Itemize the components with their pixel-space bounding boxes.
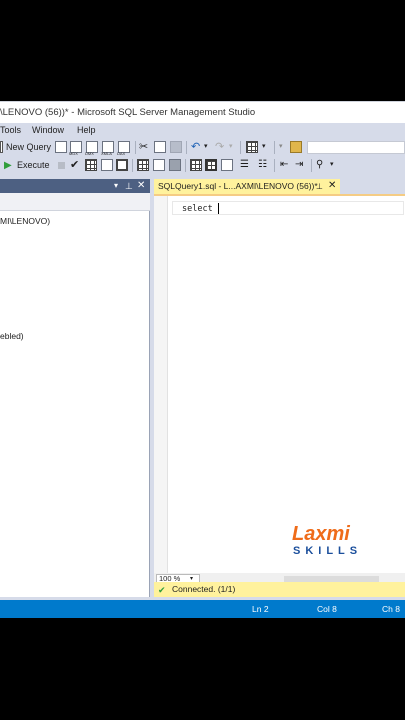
- toolbar-overflow-icon[interactable]: ▾: [330, 158, 334, 172]
- undo-icon[interactable]: ↶: [191, 140, 200, 154]
- execute-icon[interactable]: ▶: [4, 159, 12, 173]
- menu-window[interactable]: Window: [32, 125, 64, 135]
- logo-word-skills: SKILLS: [293, 545, 363, 557]
- connection-status-bar: ✔ Connected. (1/1): [154, 582, 405, 597]
- menu-tools[interactable]: Tools: [0, 125, 21, 135]
- query-editor[interactable]: select: [154, 194, 405, 579]
- tab-sqlquery1[interactable]: SQLQuery1.sql - L...AXMI\LENOVO (56))* ⊥…: [154, 179, 340, 194]
- display-plan-icon[interactable]: [246, 141, 258, 153]
- copy-icon[interactable]: [154, 141, 166, 153]
- redo-dropdown-icon[interactable]: ▾: [229, 140, 233, 154]
- window-title: \LENOVO (56))* - Microsoft SQL Server Ma…: [0, 107, 256, 118]
- tab-title: SQLQuery1.sql - L...AXMI\LENOVO (56))*: [158, 181, 318, 191]
- estimated-plan-icon[interactable]: [137, 159, 149, 171]
- comment-icon[interactable]: ☰: [240, 158, 249, 172]
- cut-icon[interactable]: ✂: [139, 140, 148, 154]
- tree-node-partial[interactable]: ebled): [0, 331, 24, 341]
- title-bar: \LENOVO (56))* - Microsoft SQL Server Ma…: [0, 101, 405, 123]
- intellisense-icon[interactable]: [169, 159, 181, 171]
- editor-gutter: [154, 196, 168, 579]
- results-to-text-icon[interactable]: [101, 159, 113, 171]
- object-explorer-toolbar: [0, 193, 150, 211]
- status-bar: Ln 2 Col 8 Ch 8: [0, 600, 405, 618]
- status-col: Col 8: [317, 604, 337, 614]
- tab-close-icon[interactable]: ✕: [328, 179, 336, 193]
- parse-icon[interactable]: ✔: [70, 158, 79, 172]
- uncomment-icon[interactable]: ☷: [258, 158, 267, 172]
- results-to-grid-icon[interactable]: [85, 159, 97, 171]
- menu-help[interactable]: Help: [77, 125, 96, 135]
- cancel-query-icon[interactable]: [58, 162, 65, 169]
- undo-dropdown-icon[interactable]: ▾: [204, 140, 208, 154]
- query-options-icon[interactable]: [153, 159, 165, 171]
- status-line: Ln 2: [252, 604, 269, 614]
- status-char: Ch 8: [382, 604, 400, 614]
- include-plan-icon[interactable]: [190, 159, 202, 171]
- find-icon[interactable]: [290, 141, 302, 153]
- config-dropdown-icon[interactable]: ▾: [279, 140, 283, 154]
- laxmi-skills-logo: Laxmi SKILLS: [292, 523, 368, 559]
- dax-label: DAX: [117, 151, 126, 156]
- close-panel-icon[interactable]: ✕: [137, 179, 145, 193]
- find-combo-box[interactable]: [307, 141, 405, 154]
- dmx-label: DMX: [85, 151, 94, 156]
- tab-pin-icon[interactable]: ⊥: [316, 180, 323, 194]
- paste-icon[interactable]: [170, 141, 182, 153]
- client-stats-icon[interactable]: [221, 159, 233, 171]
- connection-status: Connected. (1/1): [172, 584, 236, 594]
- specify-values-icon[interactable]: ⚲: [316, 158, 323, 172]
- redo-icon[interactable]: ↷: [215, 140, 224, 154]
- live-stats-icon[interactable]: [205, 159, 217, 171]
- object-explorer-panel: MI\LENOVO) ebled): [0, 193, 150, 597]
- text-cursor: [218, 203, 219, 214]
- new-query-icon[interactable]: [0, 141, 3, 153]
- logo-word-laxmi: Laxmi: [292, 523, 350, 545]
- menu-bar: Tools Window Help: [0, 123, 405, 139]
- window-position-icon[interactable]: ▾: [114, 179, 118, 193]
- sql-editor-toolbar: ▶ Execute ✔ ☰ ☷ ⇤ ⇥ ⚲ ▾: [0, 157, 405, 175]
- xmla-label: XMLA: [101, 151, 112, 156]
- new-query-button[interactable]: New Query: [6, 142, 51, 152]
- query-text[interactable]: select: [182, 204, 218, 214]
- decrease-indent-icon[interactable]: ⇤: [280, 158, 288, 172]
- execute-button[interactable]: Execute: [17, 160, 50, 170]
- object-explorer-header: ▾ ⊥ ✕: [0, 179, 150, 193]
- server-node[interactable]: MI\LENOVO): [0, 216, 50, 226]
- solution-dropdown-icon[interactable]: ▾: [262, 140, 266, 154]
- connected-icon: ✔: [158, 585, 166, 595]
- results-to-file-icon[interactable]: [116, 159, 128, 171]
- database-engine-query-icon[interactable]: [55, 141, 67, 153]
- increase-indent-icon[interactable]: ⇥: [295, 158, 303, 172]
- pin-icon[interactable]: ⊥: [125, 179, 133, 193]
- mdx-label: MDX: [69, 151, 78, 156]
